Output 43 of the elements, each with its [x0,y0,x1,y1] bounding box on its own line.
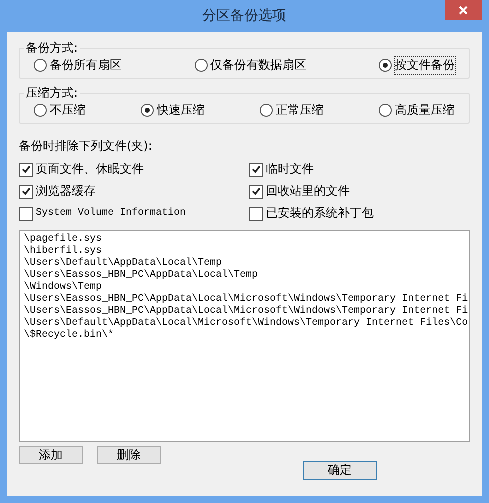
list-line: \$Recycle.bin\* [24,330,116,342]
radio-option[interactable]: 快速压缩 [141,102,205,119]
radio-button[interactable] [260,104,273,117]
radio-button[interactable] [379,104,392,117]
list-line: \Users\Eassos_HBN_PC\AppData\Local\Temp [24,270,260,282]
checkbox-option[interactable]: 临时文件 [249,161,470,178]
list-line: \Users\Default\AppData\Local\Microsoft\Windows\Temporary Internet Files\Co [24,318,465,330]
close-button[interactable] [445,0,482,20]
list-button[interactable]: 删除 [97,446,161,464]
radio-option[interactable]: 仅备份有数据扇区 [194,57,306,74]
radio-button[interactable] [34,104,47,117]
list-line: \hiberfil.sys [24,246,104,258]
radio-option[interactable]: 高质量压缩 [379,102,455,119]
group-label: 压缩方式: [25,85,80,102]
radio-option[interactable]: 正常压缩 [260,102,324,119]
radio-option[interactable]: 备份所有扇区 [34,57,122,74]
list-line: \Users\Default\AppData\Local\Temp [24,258,224,270]
close-icon [459,6,468,14]
ok-button[interactable]: 确定 [303,461,377,480]
checkbox[interactable] [249,184,263,198]
radio-option[interactable]: 按文件备份 [379,57,455,74]
checkbox-option[interactable]: 回收站里的文件 [249,183,470,200]
checkbox[interactable] [19,162,33,176]
checkbox[interactable] [249,206,263,220]
group-label: 备份方式: [25,40,80,57]
checkbox-option[interactable]: 页面文件、休眠文件 [19,161,249,178]
window-title: 分区备份选项 [202,7,286,25]
radio-button[interactable] [194,59,208,72]
exclude-list[interactable] [19,230,470,442]
radio-option[interactable]: 不压缩 [34,102,86,119]
checkbox-option[interactable]: 浏览器缓存 [19,183,249,200]
exclude-label: 备份时排除下列文件(夹): [19,138,154,155]
checkbox[interactable] [249,162,263,176]
checkbox[interactable] [19,206,33,220]
checkbox[interactable] [19,184,33,198]
radio-button[interactable] [379,59,392,72]
radio-button[interactable] [34,59,47,72]
list-line: \pagefile.sys [24,234,104,246]
list-button[interactable]: 添加 [19,446,83,464]
radio-button[interactable] [141,104,154,117]
checkbox-option[interactable]: System Volume Information [19,205,249,222]
checkbox-option[interactable]: 已安装的系统补丁包 [249,205,470,222]
list-line: \Windows\Temp [24,282,104,294]
